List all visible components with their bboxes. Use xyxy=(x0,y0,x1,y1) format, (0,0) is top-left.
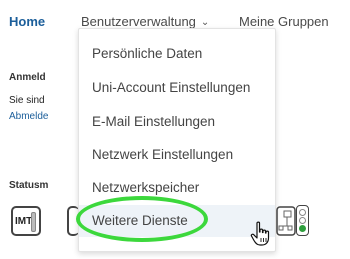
nav-meine-gruppen-link[interactable]: Meine Gruppen xyxy=(239,14,329,29)
traffic-light-red xyxy=(299,209,306,216)
traffic-light-yellow xyxy=(299,217,306,224)
imt-status-icon[interactable]: IMT: xyxy=(11,206,41,236)
logout-link[interactable]: Abmelde xyxy=(9,111,48,122)
traffic-light-icon[interactable] xyxy=(296,205,309,236)
traffic-light-green xyxy=(299,225,306,232)
highlight-ellipse xyxy=(76,196,208,242)
menu-item-persoenliche-daten[interactable]: Persönliche Daten xyxy=(79,38,275,70)
nav-benutzerverwaltung-label: Benutzerverwaltung xyxy=(81,14,196,29)
nav-benutzerverwaltung-menu[interactable]: Benutzerverwaltung ⌄ xyxy=(81,14,209,29)
menu-item-email[interactable]: E-Mail Einstellungen xyxy=(79,106,275,138)
login-status-text: Sie sind xyxy=(9,95,45,106)
network-icon[interactable] xyxy=(276,206,296,236)
menu-item-uni-account[interactable]: Uni-Account Einstellungen xyxy=(79,72,275,104)
hand-pointer-icon xyxy=(250,221,270,246)
nav-home-link[interactable]: Home xyxy=(9,14,45,29)
chevron-down-icon: ⌄ xyxy=(200,17,210,28)
login-heading: Anmeld xyxy=(9,72,46,83)
imt-indicator xyxy=(31,212,36,232)
status-heading: Statusm xyxy=(9,180,49,191)
menu-item-netzwerk[interactable]: Netzwerk Einstellungen xyxy=(79,139,275,171)
